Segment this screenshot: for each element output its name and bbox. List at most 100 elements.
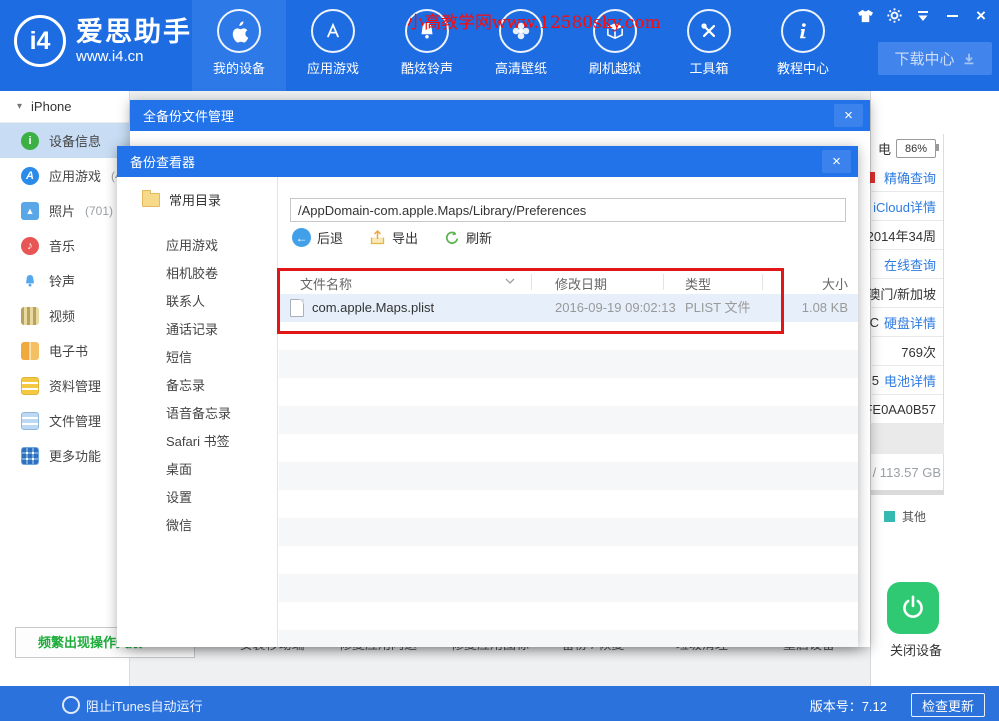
itunes-checkbox-label[interactable]: 阻止iTunes自动运行 (86, 696, 203, 715)
nav-label: 工具箱 (689, 58, 728, 77)
sidebar-item-ebooks[interactable]: 电子书 (0, 333, 129, 368)
appstore-icon: A (21, 167, 39, 185)
dir-item[interactable]: 备忘录 (166, 375, 205, 394)
dir-item[interactable]: 联系人 (166, 291, 205, 310)
sidebar-item-ringtones[interactable]: 铃声 (0, 263, 129, 298)
refresh-icon (444, 230, 460, 246)
export-icon (369, 229, 386, 246)
nav-label: 我的设备 (213, 58, 265, 77)
skin-icon[interactable] (855, 6, 875, 25)
collapse-icon[interactable] (913, 6, 933, 25)
export-button[interactable]: 导出 (369, 228, 418, 247)
link-online-query[interactable]: 在线查询 (884, 255, 936, 274)
info-icon (781, 9, 825, 53)
download-label: 下载中心 (894, 48, 954, 69)
sidebar-item-photos[interactable]: ▲ 照片 (701) (0, 193, 129, 228)
itunes-checkbox[interactable] (62, 696, 80, 714)
bell-icon (21, 272, 39, 290)
check-update-button[interactable]: 检查更新 (911, 693, 985, 717)
device-selector[interactable]: ▾ iPhone (0, 91, 129, 123)
power-off-label: 关闭设备 (871, 640, 961, 659)
modal-title: 全备份文件管理 (143, 106, 234, 125)
col-header-name[interactable]: 文件名称 (300, 274, 352, 293)
legend-color-chip (884, 511, 895, 522)
nav-label: 应用游戏 (307, 58, 359, 77)
battery-prefix: 电 (878, 139, 891, 158)
power-off-button[interactable] (887, 582, 939, 634)
legend-label: 其他 (902, 508, 926, 525)
dir-item[interactable]: 短信 (166, 347, 192, 366)
link-disk-details[interactable]: 硬盘详情 (884, 313, 936, 332)
backup-viewer-modal: 备份查看器 × 常用目录 应用游戏 相机胶卷 联系人 通话记录 短信 备忘录 语… (117, 146, 858, 647)
dir-item[interactable]: 通话记录 (166, 319, 218, 338)
sidebar-item-file-manage[interactable]: 文件管理 (0, 403, 129, 438)
dir-item[interactable]: 设置 (166, 487, 192, 506)
battery-icon: 86% (896, 139, 936, 158)
app-logo: i4 爱思助手 www.i4.cn (14, 15, 192, 67)
dir-item[interactable]: 应用游戏 (166, 235, 218, 254)
nav-tutorials[interactable]: 教程中心 (756, 0, 850, 91)
sidebar-item-data-manage[interactable]: 资料管理 (0, 368, 129, 403)
video-icon (21, 307, 39, 325)
nav-toolbox[interactable]: 工具箱 (662, 0, 756, 91)
version-text: 版本号：7.12 (810, 696, 887, 715)
sidebar-item-device-info[interactable]: i 设备信息 (0, 123, 129, 158)
col-header-size[interactable]: 大小 (822, 274, 848, 293)
app-title: 爱思助手 (76, 17, 192, 47)
storage-total: / 113.57 GB (871, 465, 941, 480)
sidebar-item-videos[interactable]: 视频 (0, 298, 129, 333)
back-icon: ← (292, 228, 311, 247)
file-size: 1.08 KB (802, 294, 848, 322)
nav-my-device[interactable]: 我的设备 (192, 0, 286, 91)
sidebar-item-music[interactable]: ♪ 音乐 (0, 228, 129, 263)
path-input[interactable] (290, 198, 846, 222)
nav-label: 酷炫铃声 (401, 58, 453, 77)
close-icon[interactable]: × (822, 150, 851, 173)
dir-item[interactable]: 桌面 (166, 459, 192, 478)
col-header-date[interactable]: 修改日期 (555, 274, 607, 293)
directory-panel: 常用目录 应用游戏 相机胶卷 联系人 通话记录 短信 备忘录 语音备忘录 Saf… (117, 177, 278, 647)
dir-item[interactable]: Safari 书签 (166, 431, 230, 450)
appstore-icon (311, 9, 355, 53)
sidebar-item-apps[interactable]: A 应用游戏 (44) (0, 158, 129, 193)
dir-common-folders[interactable]: 常用目录 (142, 190, 221, 209)
nav-label: 高清壁纸 (495, 58, 547, 77)
sort-icon (505, 278, 515, 284)
file-date: 2016-09-19 09:02:13 (555, 294, 676, 322)
minimize-icon[interactable] (942, 6, 962, 25)
nav-label: 刷机越狱 (589, 58, 641, 77)
file-manage-icon (21, 412, 39, 430)
viewer-body: 常用目录 应用游戏 相机胶卷 联系人 通话记录 短信 备忘录 语音备忘录 Saf… (117, 177, 858, 647)
link-precise-query[interactable]: 精确查询 (884, 168, 936, 187)
modal-titlebar: 备份查看器 × (117, 146, 858, 177)
download-icon (962, 52, 976, 66)
close-icon[interactable]: × (971, 6, 991, 25)
link-battery-details[interactable]: 电池详情 (884, 371, 936, 390)
count-badge: (701) (85, 204, 113, 218)
music-icon: ♪ (21, 237, 39, 255)
download-center-button[interactable]: 下载中心 (878, 42, 992, 75)
refresh-button[interactable]: 刷新 (444, 228, 492, 247)
ebook-icon (21, 342, 39, 360)
col-header-type[interactable]: 类型 (685, 274, 711, 293)
back-button[interactable]: ← 后退 (292, 228, 343, 247)
gear-icon[interactable] (884, 6, 904, 25)
folder-icon (142, 193, 160, 207)
table-row-selected[interactable]: com.apple.Maps.plist 2016-09-19 09:02:13… (279, 294, 858, 322)
tools-icon (687, 9, 731, 53)
divider (871, 490, 944, 495)
sidebar-item-more[interactable]: 更多功能 (0, 438, 129, 473)
more-features-icon (21, 447, 39, 465)
sidebar: ▾ iPhone i 设备信息 A 应用游戏 (44) ▲ 照片 (701) ♪… (0, 91, 130, 686)
device-info-icon: i (21, 132, 39, 150)
link-icloud-details[interactable]: iCloud详情 (873, 197, 936, 216)
modal-title: 备份查看器 (130, 152, 195, 171)
nav-apps-games[interactable]: 应用游戏 (286, 0, 380, 91)
close-icon[interactable]: × (834, 104, 863, 127)
dir-item[interactable]: 相机胶卷 (166, 263, 218, 282)
apple-icon (217, 9, 261, 53)
file-icon (290, 299, 304, 317)
dir-item[interactable]: 语音备忘录 (166, 403, 231, 422)
dir-item[interactable]: 微信 (166, 515, 192, 534)
storage-bar-fragment (871, 424, 944, 454)
